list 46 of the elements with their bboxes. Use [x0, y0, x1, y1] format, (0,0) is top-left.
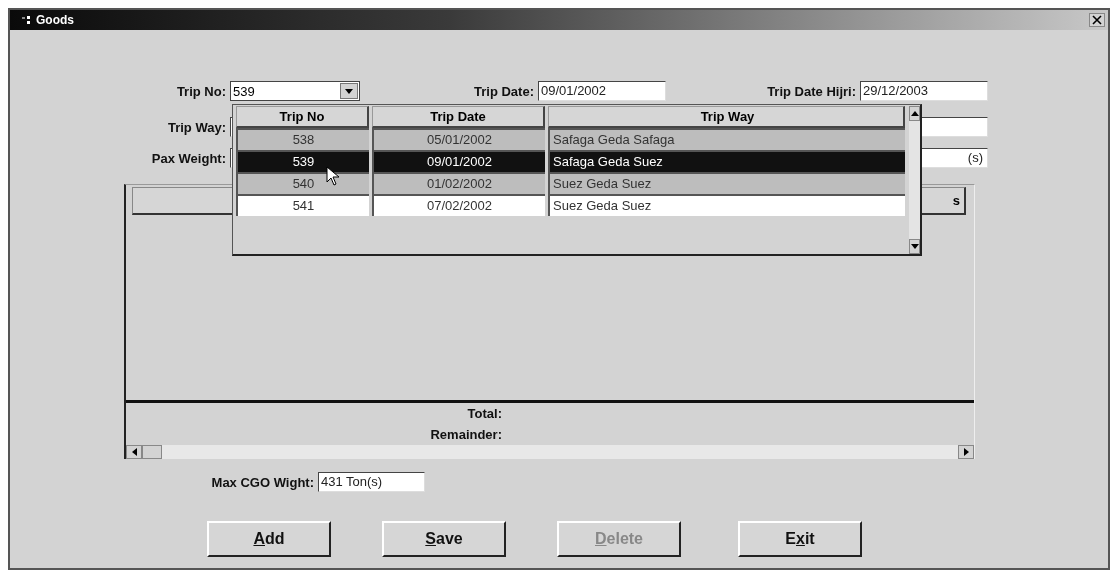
- total-label: Total:: [466, 405, 502, 423]
- hijri-date-field[interactable]: 29/12/2003: [860, 81, 988, 101]
- window-icon: [22, 15, 32, 25]
- table-cell: 09/01/2002: [372, 150, 545, 172]
- trip-row[interactable]: 540 01/02/2002 Suez Geda Suez: [236, 172, 905, 194]
- scroll-thumb[interactable]: [142, 445, 162, 459]
- vertical-scrollbar[interactable]: [909, 106, 920, 254]
- close-icon: [1092, 15, 1102, 25]
- column-header[interactable]: Trip Way: [548, 106, 905, 128]
- table-cell: Suez Geda Suez: [548, 194, 905, 216]
- scroll-left-icon[interactable]: [126, 445, 142, 459]
- table-cell: 538: [236, 128, 369, 150]
- horizontal-scrollbar[interactable]: [126, 445, 974, 459]
- table-cell: 539: [236, 150, 369, 172]
- table-cell: Suez Geda Suez: [548, 172, 905, 194]
- table-cell: 07/02/2002: [372, 194, 545, 216]
- trip-no-combobox[interactable]: 539: [230, 81, 360, 101]
- scroll-right-icon[interactable]: [958, 445, 974, 459]
- field-label: Trip No:: [175, 83, 227, 99]
- trip-row[interactable]: 541 07/02/2002 Suez Geda Suez: [236, 194, 905, 216]
- scroll-down-icon[interactable]: [909, 239, 920, 254]
- table-cell: 541: [236, 194, 369, 216]
- scroll-up-icon[interactable]: [909, 106, 920, 121]
- field-label: Trip Date:: [473, 83, 535, 99]
- max-cgo-field[interactable]: 431 Ton(s): [318, 472, 425, 492]
- window-title: Goods: [36, 13, 74, 27]
- trip-row[interactable]: 539 09/01/2002 Safaga Geda Suez: [236, 150, 905, 172]
- action-button[interactable]: Add: [207, 521, 331, 557]
- action-button[interactable]: Save: [382, 521, 506, 557]
- close-button[interactable]: [1089, 13, 1105, 27]
- remainder-label: Remainder:: [429, 426, 502, 444]
- action-button[interactable]: Exit: [738, 521, 862, 557]
- mouse-pointer-icon: [326, 166, 340, 186]
- field-label: Pax Weight:: [150, 150, 227, 166]
- table-cell: Safaga Geda Safaga: [548, 128, 905, 150]
- column-header[interactable]: Trip No: [236, 106, 369, 128]
- field-label: Trip Way:: [166, 119, 227, 135]
- field-label: Trip Date Hijri:: [766, 83, 857, 99]
- column-header[interactable]: Trip Date: [372, 106, 545, 128]
- table-cell: 05/01/2002: [372, 128, 545, 150]
- field-label: Max CGO Wight:: [210, 474, 315, 490]
- trip-date-field[interactable]: 09/01/2002: [538, 81, 666, 101]
- table-cell: 01/02/2002: [372, 172, 545, 194]
- trip-row[interactable]: 538 05/01/2002 Safaga Geda Safaga: [236, 128, 905, 150]
- table-cell: Safaga Geda Suez: [548, 150, 905, 172]
- table-cell: 540: [236, 172, 369, 194]
